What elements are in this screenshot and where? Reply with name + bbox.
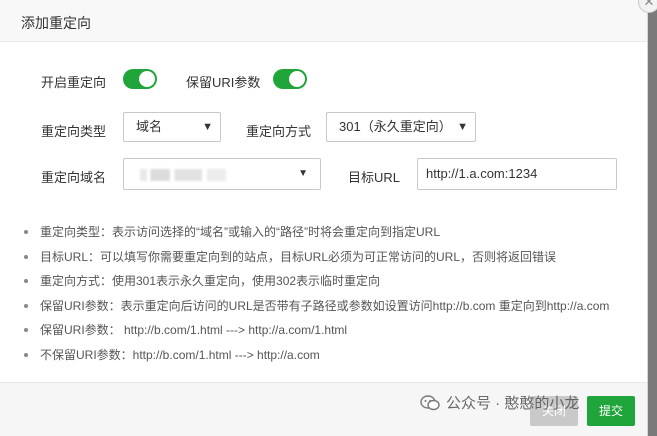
redirect-type-value: 域名 xyxy=(136,119,163,134)
tip-item: 保留URI参数：表示重定向后访问的URL是否带有子路径或参数如设置访问http:… xyxy=(24,294,609,319)
target-url-input[interactable]: http://1.a.com:1234 xyxy=(417,158,617,190)
keep-uri-toggle[interactable] xyxy=(273,69,307,89)
watermark: 公众号 · 憨憨的小龙 xyxy=(420,392,579,413)
redirect-domain-select[interactable]: ▼ xyxy=(123,158,321,190)
tip-item: 重定向类型：表示访问选择的“域名”或输入的“路径”时将会重定向到指定URL xyxy=(24,220,609,245)
chevron-down-icon: ▼ xyxy=(202,121,213,133)
redirect-mode-value: 301（永久重定向） xyxy=(339,119,452,134)
tip-item: 目标URL：可以填写你需要重定向到的站点，目标URL必须为可正常访问的URL，否… xyxy=(24,245,609,270)
keep-uri-label: 保留URI参数 xyxy=(186,75,261,90)
redirect-mode-select[interactable]: 301（永久重定向） ▼ xyxy=(326,112,476,142)
watermark-text: 公众号 · 憨憨的小龙 xyxy=(446,395,580,412)
target-url-label: 目标URL xyxy=(348,170,401,185)
caret-down-icon: ▼ xyxy=(298,168,308,179)
submit-button[interactable]: 提交 xyxy=(587,396,635,426)
wechat-icon xyxy=(420,394,440,410)
tip-item: 不保留URI参数：http://b.com/1.html ---> http:/… xyxy=(24,343,609,368)
chevron-down-icon: ▼ xyxy=(457,121,468,133)
open-redirect-label: 开启重定向 xyxy=(41,75,107,90)
open-redirect-toggle[interactable] xyxy=(123,69,157,89)
redirect-type-label: 重定向类型 xyxy=(41,124,107,139)
tip-item: 重定向方式：使用301表示永久重定向，使用302表示临时重定向 xyxy=(24,269,609,294)
redirect-mode-label: 重定向方式 xyxy=(246,124,312,139)
dialog-title: 添加重定向 xyxy=(21,15,91,31)
redirect-dialog: 添加重定向 开启重定向 保留URI参数 重定向类型 域名 ▼ 重定向方式 301… xyxy=(0,0,648,436)
dialog-header: 添加重定向 xyxy=(0,0,647,42)
tips-list: 重定向类型：表示访问选择的“域名”或输入的“路径”时将会重定向到指定URL 目标… xyxy=(24,220,609,367)
domain-blurred-value xyxy=(140,169,226,181)
redirect-type-select[interactable]: 域名 ▼ xyxy=(123,112,221,142)
redirect-domain-label: 重定向域名 xyxy=(41,170,107,185)
tip-item: 保留URI参数： http://b.com/1.html ---> http:/… xyxy=(24,318,609,343)
